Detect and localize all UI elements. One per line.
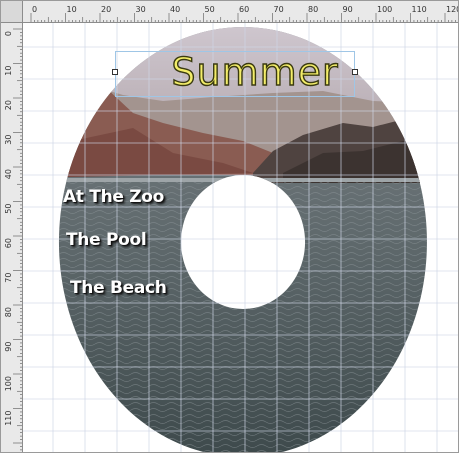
ruler-label: 90	[343, 5, 353, 14]
resize-handle-right[interactable]	[352, 69, 358, 75]
ruler-label: 50	[205, 5, 215, 14]
ruler-label: 50	[4, 204, 13, 214]
ruler-label: 10	[67, 5, 77, 14]
ruler-label: 40	[4, 169, 13, 179]
disc-item-2[interactable]: The Pool	[66, 230, 147, 250]
ruler-label: 80	[308, 5, 318, 14]
ruler-label: 30	[136, 5, 146, 14]
ruler-label: 40	[170, 5, 180, 14]
label-editor-window: 0 10 20 30 40 50 60 70 80 90 100 110 120 0 10 20 30 40 50…	[0, 0, 459, 453]
ruler-label: 60	[4, 238, 13, 248]
ruler-label: 80	[4, 307, 13, 317]
ruler-label: 10	[4, 66, 13, 76]
ruler-label: 0	[4, 31, 13, 36]
ruler-label: 90	[4, 342, 13, 352]
ruler-label: 0	[32, 5, 37, 14]
ruler-label: 120	[446, 5, 458, 14]
horizontal-ruler-scale: 0 10 20 30 40 50 60 70 80 90 100 110 120	[30, 5, 458, 22]
ruler-label: 20	[101, 5, 111, 14]
ruler-label: 70	[274, 5, 284, 14]
selection-frame[interactable]	[115, 51, 355, 97]
horizontal-ruler[interactable]: 0 10 20 30 40 50 60 70 80 90 100 110 120	[23, 1, 458, 23]
ruler-label: 20	[4, 100, 13, 110]
design-canvas[interactable]: Summer At The Zoo The Pool The Beach	[23, 23, 458, 452]
ruler-label: 100	[4, 376, 13, 391]
vertical-ruler-scale: 0 10 20 30 40 50 60 70 80 90 100 110	[4, 28, 22, 451]
ruler-label: 60	[239, 5, 249, 14]
vertical-ruler[interactable]: 0 10 20 30 40 50 60 70 80 90 100 110	[1, 23, 23, 452]
disc-item-3[interactable]: The Beach	[70, 278, 167, 298]
ruler-label: 110	[412, 5, 427, 14]
resize-handle-left[interactable]	[112, 69, 118, 75]
ruler-label: 100	[377, 5, 392, 14]
ruler-label: 30	[4, 135, 13, 145]
disc-item-1[interactable]: At The Zoo	[63, 187, 164, 207]
ruler-label: 110	[4, 411, 13, 426]
ruler-label: 70	[4, 273, 13, 283]
ruler-corner	[1, 1, 23, 23]
